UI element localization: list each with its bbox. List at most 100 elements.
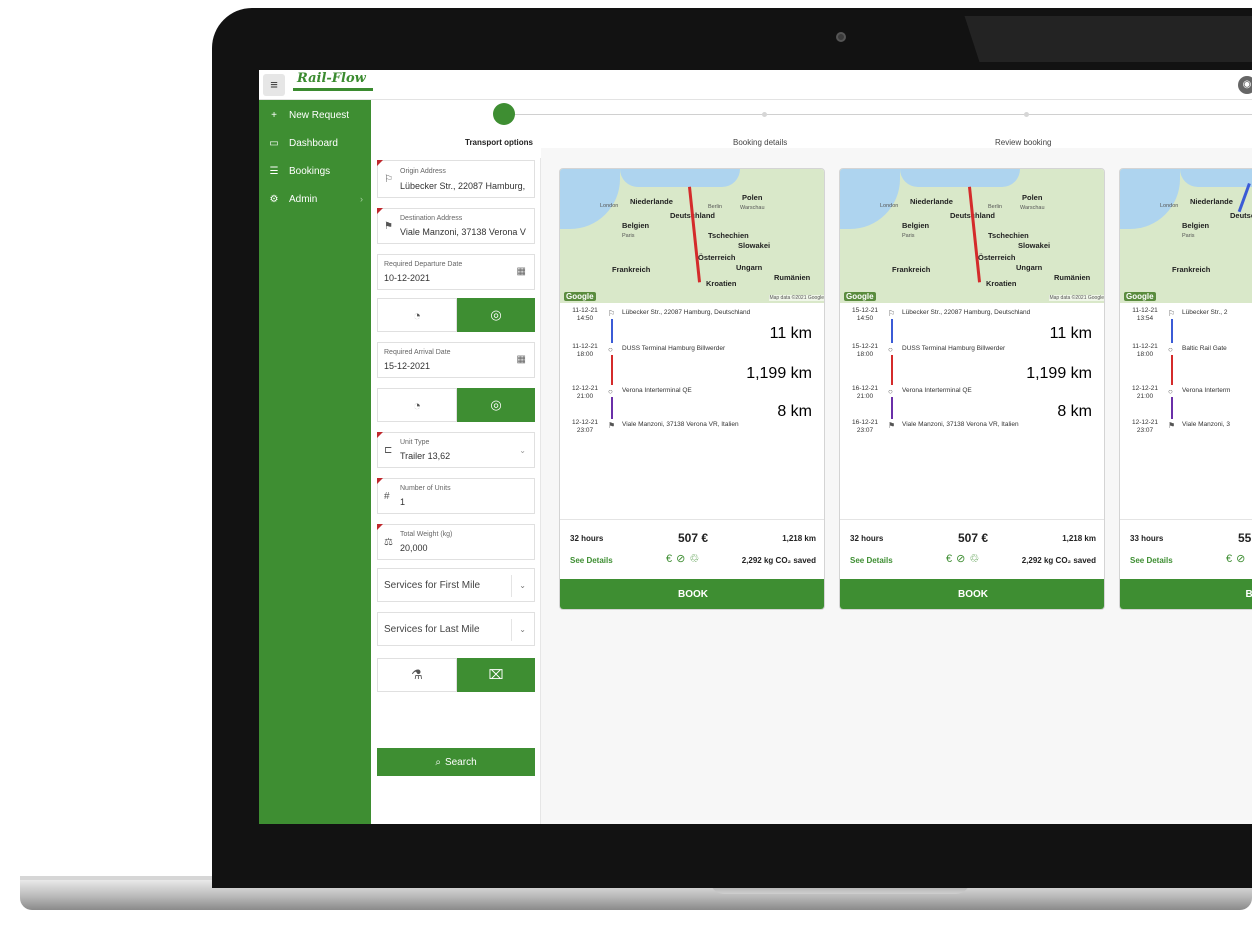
search-form: ⚐ Origin Address Lübecker Str., 22087 Ha…: [371, 158, 541, 824]
target-option-icon[interactable]: ◎: [457, 298, 535, 332]
stop-name: Viale Manzoni, 37138 Verona VR, Italien: [622, 421, 739, 428]
terminal-icon: ○: [1168, 387, 1173, 396]
number-of-units-field[interactable]: # Number of Units 1: [377, 478, 535, 514]
leg-first-mile: [611, 319, 613, 343]
map-country: Rumänien: [1054, 273, 1091, 282]
unit-type-select[interactable]: ⊏ Unit Type Trailer 13,62 ⌄: [377, 432, 535, 468]
see-details-link[interactable]: See Details: [570, 556, 613, 565]
map-city: Warschau: [740, 205, 765, 211]
step-label-transport[interactable]: Transport options: [465, 138, 533, 147]
stop-datetime: 12-12-21 21:00: [571, 385, 599, 400]
see-details-link[interactable]: See Details: [1130, 556, 1173, 565]
route-map[interactable]: London Niederlande Deutschland Belgien P…: [1120, 169, 1252, 303]
units-label: Number of Units: [400, 485, 451, 492]
duration: 32 hours: [570, 534, 604, 543]
map-country: Tschechien: [988, 231, 1029, 240]
destination-value[interactable]: Viale Manzoni, 37138 Verona V: [400, 227, 532, 237]
select-divider: [511, 575, 512, 597]
map-city: London: [1160, 203, 1179, 209]
route-map[interactable]: London Niederlande Berlin Polen Warschau…: [560, 169, 824, 303]
map-city: Paris: [622, 233, 635, 239]
stop-name: Viale Manzoni, 3: [1182, 421, 1230, 428]
map-country: Slowakei: [1018, 241, 1051, 250]
book-button[interactable]: BOOK: [840, 579, 1104, 609]
first-mile-services-select[interactable]: Services for First Mile ⌄: [377, 568, 535, 602]
finish-flag-icon: ⚑: [1168, 421, 1176, 430]
map-country: Polen: [1022, 193, 1043, 202]
weight-value[interactable]: 20,000: [400, 543, 428, 553]
user-avatar-icon[interactable]: ◉: [1238, 76, 1252, 94]
departure-date-field[interactable]: Required Departure Date 10-12-2021 ▦: [377, 254, 535, 290]
see-details-link[interactable]: See Details: [850, 556, 893, 565]
app-screen: ≡ Rail-Flow ◉ + New Request ▭ Dashboard …: [259, 70, 1252, 824]
origin-label: Origin Address: [400, 168, 446, 175]
chevron-down-icon[interactable]: ⌄: [519, 625, 526, 634]
stepper-line: [503, 114, 1252, 115]
step-label-review[interactable]: Review booking: [995, 138, 1051, 147]
route-map[interactable]: London Niederlande Berlin Polen Warschau…: [840, 169, 1104, 303]
sidebar-item-admin[interactable]: ⚙ Admin ›: [259, 186, 371, 212]
book-button[interactable]: BOOK: [560, 579, 824, 609]
sidebar-item-bookings[interactable]: ☰ Bookings: [259, 158, 371, 184]
required-marker: [377, 478, 383, 484]
total-weight-field[interactable]: ⚖ Total Weight (kg) 20,000: [377, 524, 535, 560]
calendar-icon[interactable]: ▦: [517, 354, 526, 365]
map-city: Berlin: [988, 204, 1003, 210]
arrival-mode-toggle[interactable]: ◔ ◎: [377, 388, 535, 422]
transport-option-card[interactable]: London Niederlande Berlin Polen Warschau…: [559, 168, 825, 610]
search-button[interactable]: ⌕ Search: [377, 748, 535, 776]
booking-stepper: Transport options Booking details Review…: [371, 100, 1252, 148]
sidebar-item-label: Dashboard: [289, 137, 338, 149]
terminal-icon: ○: [888, 387, 893, 396]
flask-icon[interactable]: ⚗: [377, 658, 457, 692]
step-3-dot[interactable]: [1024, 112, 1029, 117]
sidebar-item-new-request[interactable]: + New Request: [259, 102, 371, 128]
chevron-down-icon[interactable]: ⌄: [519, 446, 526, 455]
leg-distance: 1,199 km: [1026, 365, 1092, 382]
transport-option-card[interactable]: London Niederlande Berlin Polen Warschau…: [839, 168, 1105, 610]
origin-address-field[interactable]: ⚐ Origin Address Lübecker Str., 22087 Ha…: [377, 160, 535, 198]
arrival-value[interactable]: 15-12-2021: [384, 361, 430, 371]
book-button[interactable]: BO: [1120, 579, 1252, 609]
eco-icons: €⊘♲: [946, 553, 984, 565]
scale-icon: ⚖: [384, 537, 393, 548]
clock-option-icon[interactable]: ◔: [377, 388, 457, 422]
clock-option-icon[interactable]: ◔: [377, 298, 457, 332]
units-value[interactable]: 1: [400, 497, 405, 507]
map-country: Kroatien: [706, 279, 737, 288]
map-sea: [1120, 169, 1180, 229]
last-mile-services-select[interactable]: Services for Last Mile ⌄: [377, 612, 535, 646]
list-icon: ☰: [269, 165, 279, 177]
unit-type-value[interactable]: Trailer 13,62: [400, 451, 450, 461]
stop-name: Lübecker Str., 22087 Hamburg, Deutschlan…: [622, 309, 751, 316]
stop-name: Viale Manzoni, 37138 Verona VR, Italien: [902, 421, 1019, 428]
destination-label: Destination Address: [400, 215, 463, 222]
stop-datetime: 12-12-21 23:07: [571, 419, 599, 434]
transport-option-card[interactable]: London Niederlande Deutschland Belgien P…: [1119, 168, 1252, 610]
stop-name: Baltic Rail Gate: [1182, 345, 1227, 352]
stop-datetime: 11-12-21 18:00: [572, 343, 598, 358]
google-logo: Google: [844, 292, 876, 301]
chevron-down-icon[interactable]: ⌄: [519, 581, 526, 590]
target-option-icon[interactable]: ◎: [457, 388, 535, 422]
departure-value[interactable]: 10-12-2021: [384, 273, 430, 283]
origin-value[interactable]: Lübecker Str., 22087 Hamburg,: [400, 181, 532, 191]
step-2-dot[interactable]: [762, 112, 767, 117]
stop-datetime: 11-12-21 13:54: [1132, 307, 1158, 322]
leg-main-rail: [891, 355, 893, 385]
cargo-type-toggle[interactable]: ⚗ ⌧: [377, 658, 535, 692]
arrival-date-field[interactable]: Required Arrival Date 15-12-2021 ▦: [377, 342, 535, 378]
hamburger-menu-icon[interactable]: ≡: [263, 74, 285, 96]
calendar-icon[interactable]: ▦: [517, 266, 526, 277]
sidebar-item-dashboard[interactable]: ▭ Dashboard: [259, 130, 371, 156]
map-city: London: [880, 203, 899, 209]
destination-address-field[interactable]: ⚑ Destination Address Viale Manzoni, 371…: [377, 208, 535, 244]
map-country: Österreich: [698, 253, 736, 262]
route-stop: 11-12-21 18:00 ○ Baltic Rail Gate: [1120, 343, 1252, 375]
no-hazard-icon[interactable]: ⌧: [457, 658, 535, 692]
departure-mode-toggle[interactable]: ◔ ◎: [377, 298, 535, 332]
app-logo[interactable]: Rail-Flow: [289, 71, 375, 98]
stop-name: DUSS Terminal Hamburg Billwerder: [902, 345, 1006, 352]
step-label-booking[interactable]: Booking details: [733, 138, 787, 147]
step-1-active-dot[interactable]: [493, 103, 515, 125]
